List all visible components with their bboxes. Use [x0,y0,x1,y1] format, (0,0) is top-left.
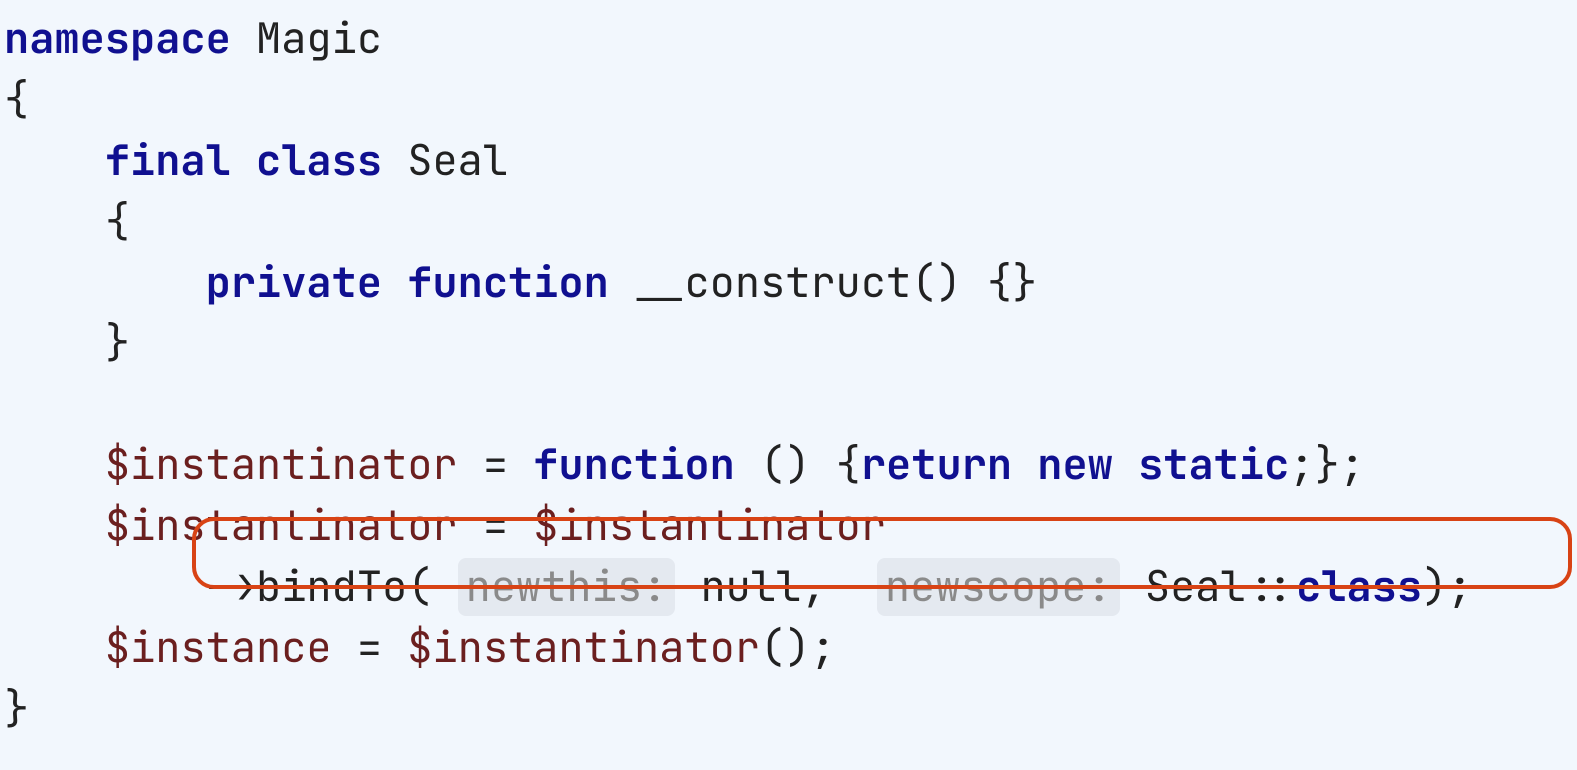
assign-op: = [458,436,534,492]
space [432,558,457,614]
param-hint-newthis: newthis: [458,558,676,616]
space [382,254,407,310]
code-line-4: { [4,193,130,249]
keyword-return: return [861,436,1012,492]
brace-open: { [836,436,861,492]
code-line-2: { [4,71,29,127]
indent [4,193,105,249]
space [1120,558,1145,614]
method-bindto: bindTo [256,558,407,614]
variable-instantinator: $instantinator [105,497,458,553]
indent [4,619,105,675]
brace-open: { [4,71,29,127]
code-line-12: } [4,680,29,736]
indent [4,314,105,370]
keyword-namespace: namespace [4,10,231,66]
code-line-9: $instantinator = $instantinator [4,497,886,553]
keyword-final: final [105,132,231,188]
variable-instantinator: $instantinator [105,436,458,492]
arg-seal-class-prefix: Seal:: [1145,558,1296,614]
parens-braces: () {} [911,254,1037,310]
call-parens: (); [760,619,836,675]
anon-parens: () [735,436,836,492]
code-line-8: $instantinator = function () {return new… [4,436,1365,492]
keyword-new: new [1037,436,1113,492]
keyword-function: function [407,254,609,310]
space [852,558,877,614]
keyword-class-const: class [1296,558,1422,614]
space [675,558,700,614]
indent [4,497,105,553]
indent [4,558,206,614]
keyword-static: static [1138,436,1289,492]
code-line-11: $instance = $instantinator(); [4,619,836,675]
code-line-6: } [4,314,130,370]
param-hint-newscope: newscope: [877,558,1120,616]
assign-op: = [332,619,408,675]
brace-open: { [105,193,130,249]
indent [4,254,206,310]
closure-tail: ;}; [1289,436,1365,492]
variable-instantinator-rhs: $instantinator [533,497,886,553]
magic-method-underscores: __ [634,254,684,310]
code-line-10: ->bindTo( newthis: null, newscope: Seal:… [4,558,1473,616]
space [1012,436,1037,492]
keyword-class: class [256,132,382,188]
variable-instantinator-call: $instantinator [407,619,760,675]
keyword-private: private [206,254,382,310]
namespace-name: Magic [231,10,382,66]
arg-null: null [700,558,801,614]
indent [4,132,105,188]
lparen: ( [407,558,432,614]
brace-close: } [105,314,130,370]
code-block[interactable]: namespace Magic { final class Seal { pri… [0,0,1577,747]
rparen-semi: ); [1422,558,1472,614]
space [1113,436,1138,492]
code-line-1: namespace Magic [4,10,382,66]
variable-instance: $instance [105,619,332,675]
code-line-7-blank [4,375,29,431]
code-line-3: final class Seal [4,132,508,188]
brace-close: } [4,680,29,736]
constructor-name: construct [684,254,911,310]
assign-op: = [458,497,534,553]
space [231,132,256,188]
comma: , [801,558,851,614]
indent [4,436,105,492]
space [609,254,634,310]
keyword-function-anon: function [533,436,735,492]
code-editor-view: namespace Magic { final class Seal { pri… [0,0,1577,770]
code-line-5: private function __construct() {} [4,254,1037,310]
arrow-op: -> [206,558,256,614]
class-name: Seal [382,132,508,188]
